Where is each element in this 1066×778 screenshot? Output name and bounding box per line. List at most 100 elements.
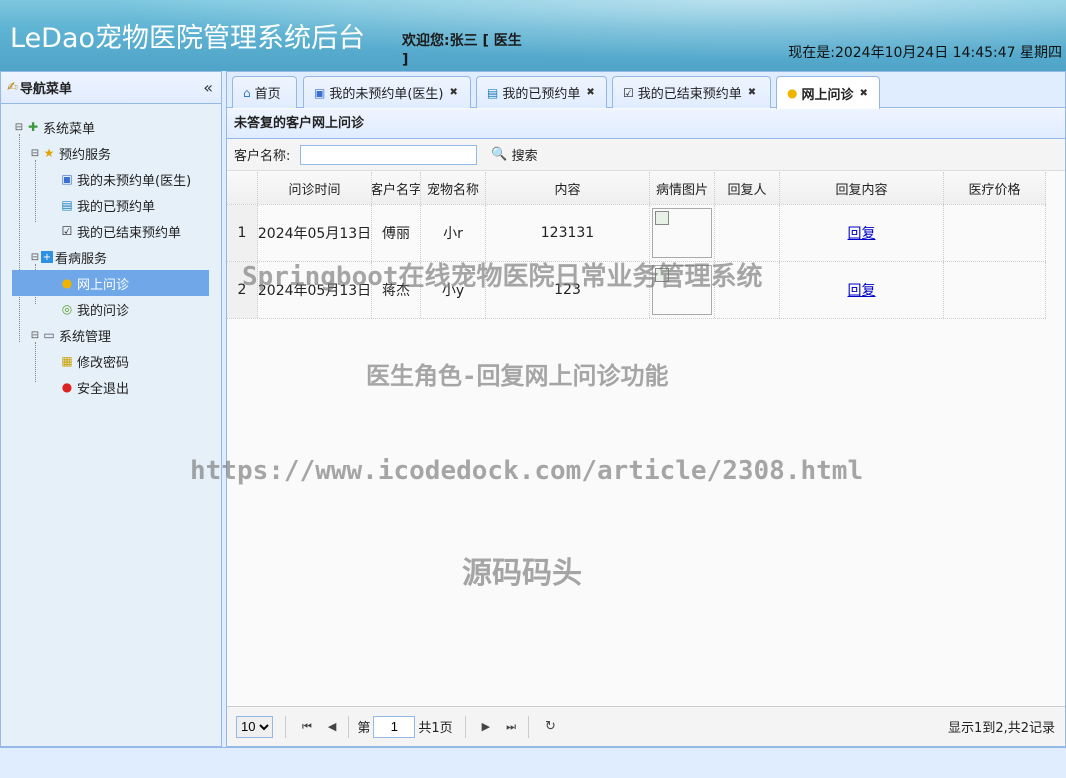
column-header[interactable]: 病情图片 <box>650 172 715 204</box>
checkbox-icon: ☑ <box>623 85 634 100</box>
divider <box>464 715 466 738</box>
column-header[interactable]: 宠物名称 <box>421 172 486 204</box>
column-header[interactable]: 客户名字 <box>372 172 421 204</box>
page-total: 共1页 <box>418 721 453 736</box>
search-label: 客户名称: <box>234 149 291 164</box>
tree-group-label: 预约服务 <box>59 147 112 163</box>
tree-group-label: 系统管理 <box>59 329 112 345</box>
column-header[interactable]: 内容 <box>486 172 650 204</box>
tab-home[interactable]: ⌂ 首页 <box>232 76 297 108</box>
lock-icon: ▦ <box>61 354 73 368</box>
signpost-icon: ✍ <box>7 80 18 95</box>
reply-link[interactable]: 回复 <box>848 223 876 243</box>
search-toolbar: 客户名称: 🔍 搜索 <box>227 139 1065 171</box>
divider <box>348 715 350 738</box>
collapse-toggle-icon[interactable]: ⊟ <box>29 252 41 263</box>
calendar-icon: ▤ <box>487 85 499 100</box>
column-header[interactable]: 回复内容 <box>780 172 944 204</box>
tab-finished[interactable]: ☑ 我的已结束预约单 ✖ <box>612 76 771 108</box>
next-page-icon[interactable]: ▶ <box>482 720 490 733</box>
refresh-icon[interactable]: ↻ <box>545 719 556 734</box>
folder-star-icon: ★ <box>43 146 55 160</box>
grid-title: 未答复的客户网上问诊 <box>227 109 1065 139</box>
sidebar-item-change-password[interactable]: ▦ 修改密码 <box>1 348 221 374</box>
tree-root[interactable]: ⊟ ✚ 系统菜单 <box>1 114 221 140</box>
column-header[interactable]: 回复人 <box>715 172 780 204</box>
collapse-button[interactable]: « <box>203 78 213 97</box>
column-header[interactable]: 问诊时间 <box>258 172 372 204</box>
table-row[interactable]: 1 2024年05月13日 傅丽 小r 123131 回复 <box>227 205 1046 262</box>
row-number: 1 <box>227 205 258 261</box>
watermark-text: https://www.icodedock.com/article/2308.h… <box>190 456 864 486</box>
page-number-input[interactable] <box>373 715 416 738</box>
cell-reply: 回复 <box>780 262 944 318</box>
app-header: LeDao宠物医院管理系统后台 欢迎您:张三 [ 医生 ] 现在是:2024年1… <box>0 0 1066 71</box>
cell-price <box>944 205 1046 261</box>
tree-group-appointment[interactable]: ⊟ ★ 预约服务 <box>1 140 221 166</box>
collapse-toggle-icon[interactable]: ⊟ <box>29 330 41 341</box>
page-prefix: 第 <box>357 721 371 736</box>
prev-page-icon[interactable]: ◀ <box>328 720 336 733</box>
main-panel: ⌂ 首页 ▣ 我的未预约单(医生) ✖ ▤ 我的已预约单 ✖ ☑ 我的已结束预约… <box>226 71 1066 747</box>
watermark-text: 医生角色-回复网上问诊功能 <box>366 362 669 390</box>
tab-booked[interactable]: ▤ 我的已预约单 ✖ <box>476 76 607 108</box>
sidebar-item-finished[interactable]: ☑ 我的已结束预约单 <box>1 218 221 244</box>
consult-icon: ● <box>61 276 73 290</box>
close-icon[interactable]: ✖ <box>860 88 868 99</box>
checkbox-icon: ☑ <box>61 224 73 238</box>
search-icon: 🔍 <box>491 147 508 162</box>
close-icon[interactable]: ✖ <box>748 87 756 98</box>
doctor-icon: ▣ <box>314 85 326 100</box>
sidebar-item-online-consult[interactable]: ● 网上问诊 <box>12 270 209 296</box>
sidebar-item-my-consult[interactable]: ◎ 我的问诊 <box>1 296 221 322</box>
table-header: 问诊时间 客户名字 宠物名称 内容 病情图片 回复人 回复内容 医疗价格 <box>227 172 1046 205</box>
search-button-label: 搜索 <box>511 149 538 164</box>
column-header[interactable]: 医疗价格 <box>944 172 1046 204</box>
cell-pet: 小r <box>421 205 486 261</box>
footer-bar <box>0 747 1066 778</box>
close-icon[interactable]: ✖ <box>586 87 594 98</box>
sidebar-item-booked[interactable]: ▤ 我的已预约单 <box>1 192 221 218</box>
page-size-select[interactable]: 10 <box>236 715 273 738</box>
collapse-toggle-icon[interactable]: ⊟ <box>13 122 25 133</box>
cell-image <box>650 205 715 261</box>
clock-text: 现在是:2024年10月24日 14:45:47 星期四 <box>788 45 1062 61</box>
tab-online-consult[interactable]: ● 网上问诊 ✖ <box>776 76 880 109</box>
close-icon[interactable]: ✖ <box>450 87 458 98</box>
consult-table: 问诊时间 客户名字 宠物名称 内容 病情图片 回复人 回复内容 医疗价格 1 2… <box>227 172 1046 319</box>
computer-icon: ▭ <box>43 328 55 342</box>
sidebar-item-label: 我的已结束预约单 <box>77 225 182 241</box>
sidebar-item-label: 我的未预约单(医生) <box>77 173 192 189</box>
tree-group-clinic[interactable]: ⊟ + 看病服务 <box>1 244 221 270</box>
last-page-icon[interactable]: ⏭ <box>506 720 516 734</box>
sidebar: ✍ 导航菜单 « ⊟ ✚ 系统菜单 ⊟ ★ 预约服务 ▣ 我的未预约单(医生) … <box>0 71 222 747</box>
puzzle-icon: ✚ <box>27 120 39 134</box>
consult-icon: ● <box>787 86 798 100</box>
sidebar-header: ✍ 导航菜单 « <box>1 72 221 104</box>
customer-name-input[interactable] <box>300 144 478 165</box>
collapse-toggle-icon[interactable]: ⊟ <box>29 148 41 159</box>
broken-image-icon <box>652 208 712 258</box>
tab-unbooked[interactable]: ▣ 我的未预约单(医生) ✖ <box>303 76 471 108</box>
sidebar-title: 导航菜单 <box>19 82 72 97</box>
cell-time: 2024年05月13日 <box>258 205 372 261</box>
page-info: 显示1到2,共2记录 <box>948 721 1055 736</box>
nav-tree: ⊟ ✚ 系统菜单 ⊟ ★ 预约服务 ▣ 我的未预约单(医生) ▤ 我的已预约单 … <box>1 104 221 400</box>
header-rownum <box>227 172 258 204</box>
search-button[interactable]: 🔍 搜索 <box>491 145 537 164</box>
tab-label: 网上问诊 <box>801 87 854 103</box>
power-icon: ● <box>61 380 73 394</box>
calendar-icon: ▤ <box>61 198 73 212</box>
tab-label: 我的已预约单 <box>502 87 581 102</box>
doctor-icon: ▣ <box>61 172 73 186</box>
sidebar-item-logout[interactable]: ● 安全退出 <box>1 374 221 400</box>
tree-root-label: 系统菜单 <box>43 121 96 137</box>
sidebar-item-unbooked[interactable]: ▣ 我的未预约单(医生) <box>1 166 221 192</box>
tree-group-system[interactable]: ⊟ ▭ 系统管理 <box>1 322 221 348</box>
first-page-icon[interactable]: ⏮ <box>302 720 312 734</box>
cell-replier <box>715 205 780 261</box>
welcome-text: 欢迎您:张三 [ 医生 ] <box>402 33 522 68</box>
tab-label: 我的未预约单(医生) <box>329 87 444 102</box>
sidebar-item-label: 修改密码 <box>77 355 130 371</box>
reply-link[interactable]: 回复 <box>848 280 876 300</box>
